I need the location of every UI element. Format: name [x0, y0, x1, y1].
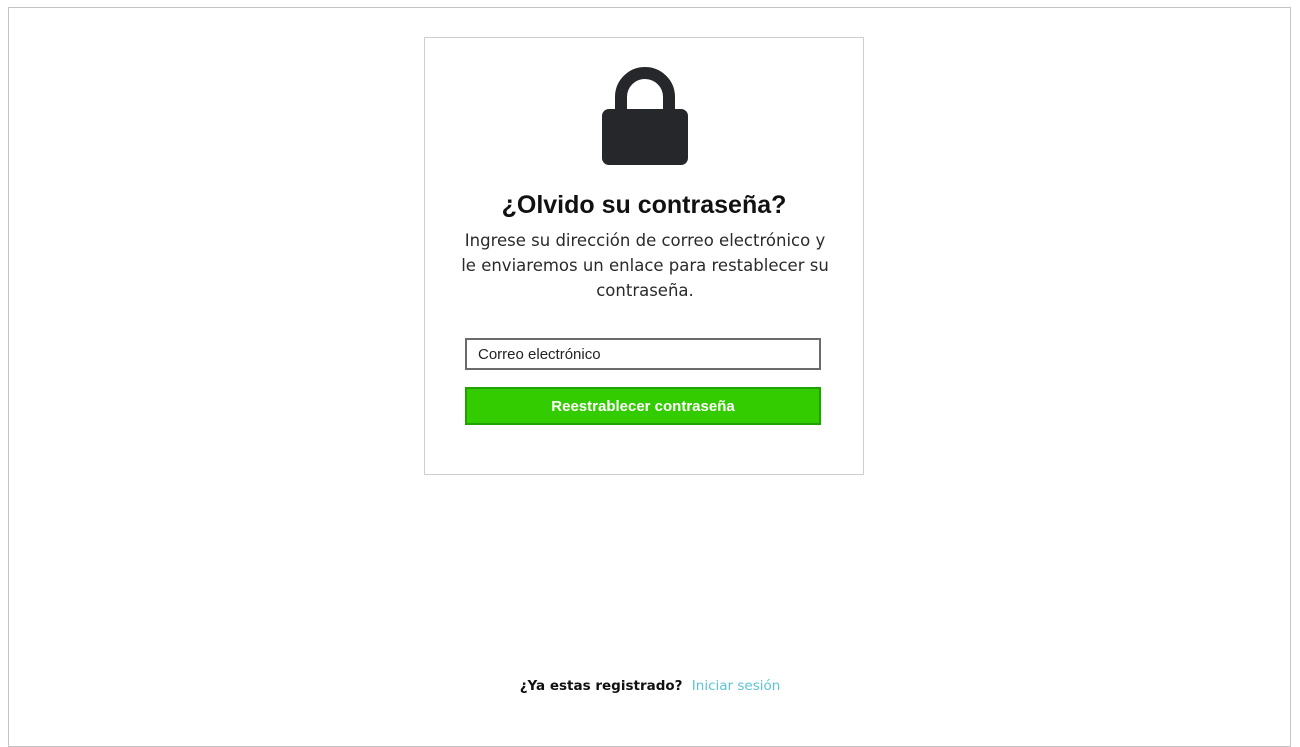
reset-password-card: ¿Olvido su contraseña? Ingrese su direcc…	[424, 37, 864, 475]
lock-icon	[602, 67, 688, 165]
instructions-text: Ingrese su dirección de correo electróni…	[461, 231, 829, 300]
page-title: ¿Olvido su contraseña?	[501, 191, 787, 219]
login-prompt: ¿Ya estas registrado? Iniciar sesión	[0, 677, 1300, 695]
reset-password-button[interactable]: Reestrablecer contraseña	[465, 387, 821, 425]
login-link[interactable]: Iniciar sesión	[692, 678, 781, 694]
already-registered-text: ¿Ya estas registrado?	[519, 678, 683, 694]
email-field[interactable]	[465, 338, 821, 370]
